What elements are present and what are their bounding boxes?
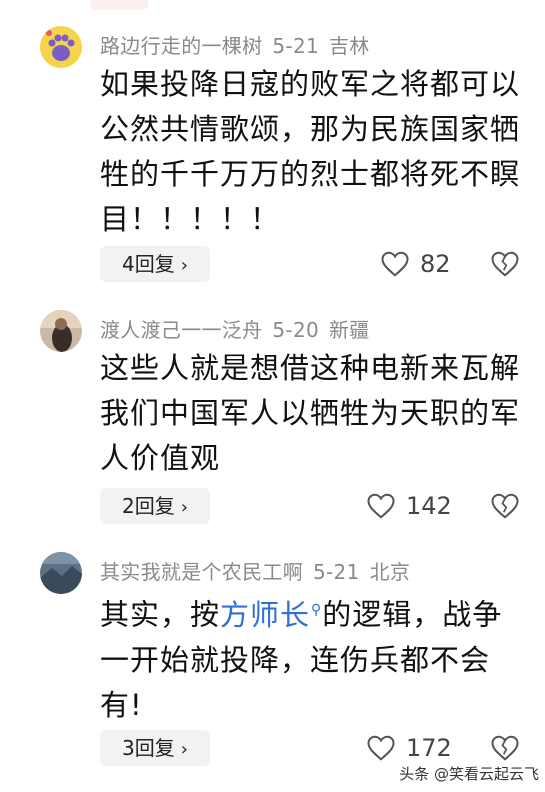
comment-text: 如果投降日寇的败军之将都可以公然共情歌颂，那为民族国家牺牲的千千万万的烈士都将死… xyxy=(100,67,521,236)
chevron-right-icon: › xyxy=(180,497,188,518)
like-count: 82 xyxy=(420,250,451,278)
heart-icon xyxy=(367,493,395,519)
previous-reply-stub xyxy=(90,0,148,10)
avatar-portrait-image xyxy=(40,310,82,352)
dislike-button[interactable] xyxy=(490,492,520,524)
avatar[interactable] xyxy=(40,26,82,68)
comment-date: 5-21 xyxy=(313,560,360,584)
chevron-right-icon: › xyxy=(180,255,188,276)
comment-location: 吉林 xyxy=(329,34,370,58)
reply-label: 2回复 xyxy=(122,494,175,518)
comment-meta: 路边行走的一棵树 5-21 吉林 xyxy=(100,30,380,59)
reply-count-button[interactable]: 4回复 › xyxy=(100,246,210,282)
search-icon: ⚲ xyxy=(311,602,323,618)
avatar-landscape-image xyxy=(40,552,82,594)
comment-date: 5-20 xyxy=(272,318,319,342)
comment-date: 5-21 xyxy=(272,34,319,58)
username[interactable]: 其实我就是个农民工啊 xyxy=(100,560,303,584)
reply-label: 3回复 xyxy=(122,736,175,760)
reply-count-button[interactable]: 2回复 › xyxy=(100,488,210,524)
broken-heart-icon xyxy=(491,735,519,761)
comment-location: 北京 xyxy=(369,560,411,584)
like-button[interactable]: 172 xyxy=(366,734,452,762)
comment-location: 新疆 xyxy=(329,318,370,342)
comment-meta: 其实我就是个农民工啊 5-21 北京 xyxy=(100,556,420,585)
heart-icon xyxy=(381,251,409,277)
reply-label: 4回复 xyxy=(122,252,175,276)
like-button[interactable]: 142 xyxy=(366,492,452,520)
username[interactable]: 路边行走的一棵树 xyxy=(100,34,262,58)
heart-icon xyxy=(367,735,395,761)
avatar[interactable] xyxy=(40,552,82,594)
like-count: 142 xyxy=(406,492,452,520)
username[interactable]: 渡人渡己一一泛舟 xyxy=(100,318,262,342)
like-button[interactable]: 82 xyxy=(380,250,451,278)
comment-meta: 渡人渡己一一泛舟 5-20 新疆 xyxy=(100,314,380,343)
dislike-button[interactable] xyxy=(490,250,520,282)
topic-link-label: 方师长 xyxy=(220,597,311,632)
avatar[interactable] xyxy=(40,310,82,352)
dislike-button[interactable] xyxy=(490,734,520,766)
broken-heart-icon xyxy=(491,251,519,277)
like-count: 172 xyxy=(406,734,452,762)
avatar-paw-image xyxy=(40,26,82,68)
comment-text: 这些人就是想借这种电新来瓦解我们中国军人以牺牲为天职的军人价值观 xyxy=(100,351,521,475)
comment-text-part: 其实，按 xyxy=(100,597,221,632)
reply-count-button[interactable]: 3回复 › xyxy=(100,730,210,766)
comment-text: 其实，按方师长⚲的逻辑，战争一开始就投降，连伤兵都不会有! xyxy=(100,588,525,728)
chevron-right-icon: › xyxy=(180,739,188,760)
broken-heart-icon xyxy=(491,493,519,519)
topic-link[interactable]: 方师长⚲ xyxy=(220,598,322,632)
watermark: 头条 @笑看云起云飞 xyxy=(399,765,539,783)
